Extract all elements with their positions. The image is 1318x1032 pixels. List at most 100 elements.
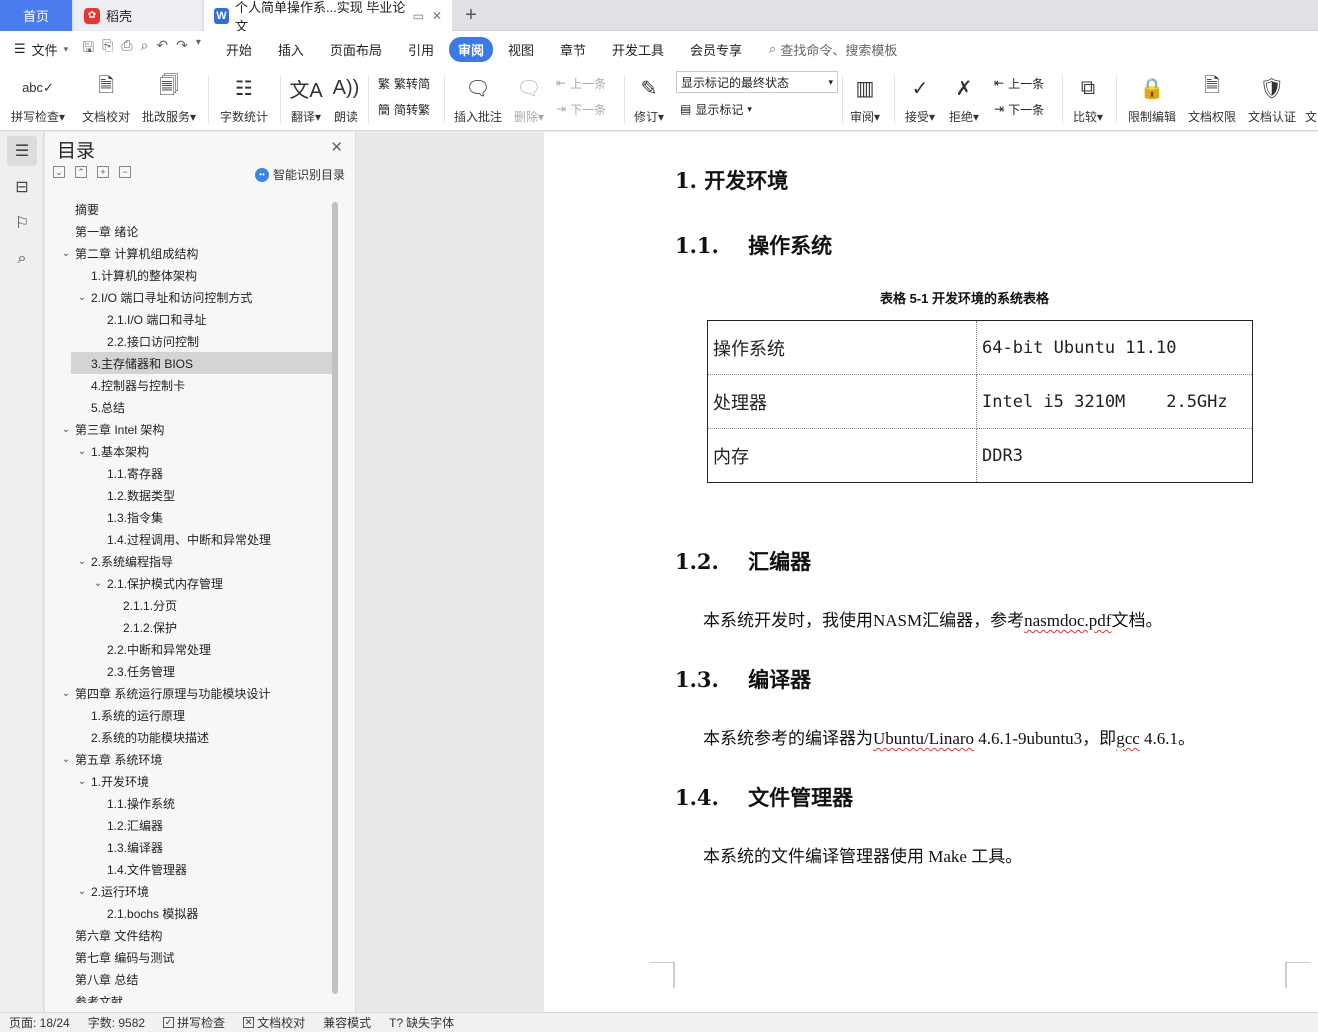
float-window-icon[interactable]: ▭ [413,9,424,23]
toc-item[interactable]: 1.计算机的整体架构 [45,264,335,286]
chevron-down-icon[interactable]: ⌄ [75,446,89,457]
print-icon[interactable]: ⎙ [121,37,132,61]
toc-item[interactable]: 3.主存储器和 BIOS [71,352,335,374]
toc-item[interactable]: 1.4.过程调用、中断和异常处理 [45,528,335,550]
toc-item[interactable]: ⌄ 第三章 Intel 架构 [45,418,335,440]
toc-item[interactable]: 2.3.任务管理 [45,660,335,682]
chevron-down-icon[interactable]: ⌄ [91,578,105,589]
expand-all-icon[interactable]: ⌄ [53,166,65,178]
toc-item[interactable]: 1.4.文件管理器 [45,858,335,880]
tab-home[interactable]: 首页 [0,0,72,31]
new-tab-button[interactable]: + [458,0,484,31]
toc-item[interactable]: 第六章 文件结构 [45,924,335,946]
toc-item[interactable]: 2.1.2.保护 [45,616,335,638]
toc-item[interactable]: ⌄ 2.运行环境 [45,880,335,902]
tab-references[interactable]: 引用 [397,37,445,62]
toc-item[interactable]: 1.1.寄存器 [45,462,335,484]
simp-to-trad-button[interactable]: 簡简转繁 [378,97,430,121]
next-change-button[interactable]: ⇥ 下一条 [994,97,1044,121]
spellcheck-button[interactable]: abc✓ 拼写检查▾ [8,67,68,131]
add-level-icon[interactable]: + [97,166,109,178]
command-search[interactable]: ⌕ 查找命令、搜索模板 [769,40,897,59]
smart-toc-button[interactable]: •• 智能识别目录 [254,166,345,183]
toc-item[interactable]: 1.3.编译器 [45,836,335,858]
toc-item[interactable]: ⌄ 第二章 计算机组成结构 [45,242,335,264]
revise-service-button[interactable]: 🗐 批改服务▾ [138,67,200,131]
tab-document[interactable]: W 个人简单操作系...实现 毕业论文 ▭ ✕ [204,0,452,34]
toc-item[interactable]: ⌄ 1.基本架构 [45,440,335,462]
chevron-down-icon[interactable]: ⌄ [75,292,89,303]
chevron-down-icon[interactable]: ⌄ [75,776,89,787]
print-preview-icon[interactable]: ⌕ [141,37,149,61]
tab-member[interactable]: 会员专享 [679,37,753,62]
translate-button[interactable]: 文A 翻译▾ [286,67,326,131]
proofread-toggle[interactable]: ✕ 文档校对 [234,1014,314,1031]
toc-item[interactable]: 2.1.bochs 模拟器 [45,902,335,924]
prev-change-button[interactable]: ⇤ 上一条 [994,71,1044,95]
toc-item[interactable]: ⌄ 第四章 系统运行原理与功能模块设计 [45,682,335,704]
export-pdf-icon[interactable]: ⎘ [102,37,113,61]
tab-chapter[interactable]: 章节 [549,37,597,62]
restrict-edit-button[interactable]: 🔒 限制编辑 [1124,67,1180,131]
word-count-button[interactable]: ☷ 字数统计 [216,67,272,131]
doc-permission-button[interactable]: 🗎 文档权限 [1184,67,1240,131]
missing-font-button[interactable]: T? 缺失字体 [380,1014,463,1031]
chevron-down-icon[interactable]: ⌄ [59,754,73,765]
track-changes-button[interactable]: ✎ 修订▾ [630,67,668,131]
accept-button[interactable]: ✓ 接受▾ [900,67,940,131]
chevron-down-icon[interactable]: ⌄ [59,424,73,435]
toc-item[interactable]: 5.总结 [45,396,335,418]
review-pane-button[interactable]: ▥ 审阅▾ [846,67,884,131]
file-menu[interactable]: ☰ 文件 ▾ [0,40,78,59]
bookmark-icon[interactable]: ⚐ [7,208,37,238]
close-icon[interactable]: ✕ [330,138,343,156]
toc-item[interactable]: ⌄ 第五章 系统环境 [45,748,335,770]
delete-comment-button[interactable]: 🗨 删除▾ [510,67,548,131]
toc-item[interactable]: 1.1.操作系统 [45,792,335,814]
next-comment-button[interactable]: ⇥ 下一条 [556,97,606,121]
toc-scrollbar-thumb[interactable] [332,202,338,994]
compare-button[interactable]: ⧉ 比较▾ [1068,67,1108,131]
page-indicator[interactable]: 页面: 18/24 [0,1014,79,1031]
toc-item[interactable]: 2.2.接口访问控制 [45,330,335,352]
tab-developer[interactable]: 开发工具 [601,37,675,62]
doc-cert-button[interactable]: 🛡 文档认证 [1244,67,1300,131]
tab-view[interactable]: 视图 [497,37,545,62]
toc-item[interactable]: 2.系统的功能模块描述 [45,726,335,748]
chevron-down-icon[interactable]: ⌄ [75,556,89,567]
markup-state-select[interactable]: 显示标记的最终状态 ▾ [676,71,838,93]
toc-item[interactable]: 1.2.数据类型 [45,484,335,506]
close-tab-icon[interactable]: ✕ [432,9,442,23]
toc-item[interactable]: 4.控制器与控制卡 [45,374,335,396]
proofread-button[interactable]: 🗎 文档校对 [78,67,134,131]
more-ribbon-button[interactable]: 文 [1304,67,1318,131]
read-aloud-button[interactable]: A)) 朗读 [330,67,362,131]
toc-panel-icon[interactable]: ☰ [7,136,37,166]
chevron-down-icon[interactable]: ⌄ [59,248,73,259]
toc-item[interactable]: 2.2.中断和异常处理 [45,638,335,660]
toc-item[interactable]: 第八章 总结 [45,968,335,990]
tab-review[interactable]: 审阅 [448,36,493,62]
tab-page-layout[interactable]: 页面布局 [319,37,393,62]
toc-item[interactable]: ⌄ 2.系统编程指导 [45,550,335,572]
chevron-down-icon[interactable]: ⌄ [59,688,73,699]
chevron-down-icon[interactable]: ⌄ [75,886,89,897]
word-count-indicator[interactable]: 字数: 9582 [79,1014,154,1031]
toc-item[interactable]: 1.系统的运行原理 [45,704,335,726]
tab-daoke[interactable]: ✿ 稻壳 [74,0,202,31]
chapter-nav-icon[interactable]: ⊟ [7,172,37,202]
toc-item[interactable]: 第一章 绪论 [45,220,335,242]
toc-item[interactable]: 摘要 [45,198,335,220]
reject-button[interactable]: ✗ 拒绝▾ [944,67,984,131]
toc-item[interactable]: 1.2.汇编器 [45,814,335,836]
prev-comment-button[interactable]: ⇤ 上一条 [556,71,606,95]
tab-start[interactable]: 开始 [215,37,263,62]
insert-comment-button[interactable]: 🗨 插入批注 [452,67,504,131]
toc-item[interactable]: 1.3.指令集 [45,506,335,528]
toc-item[interactable]: 2.1.I/O 端口和寻址 [45,308,335,330]
remove-level-icon[interactable]: − [119,166,131,178]
customize-icon[interactable]: ▾ [196,37,201,61]
search-icon[interactable]: ⌕ [7,244,37,274]
spellcheck-toggle[interactable]: ✓ 拼写检查 [154,1014,234,1031]
show-markup-button[interactable]: ▤ 显示标记 ▾ [680,97,752,121]
